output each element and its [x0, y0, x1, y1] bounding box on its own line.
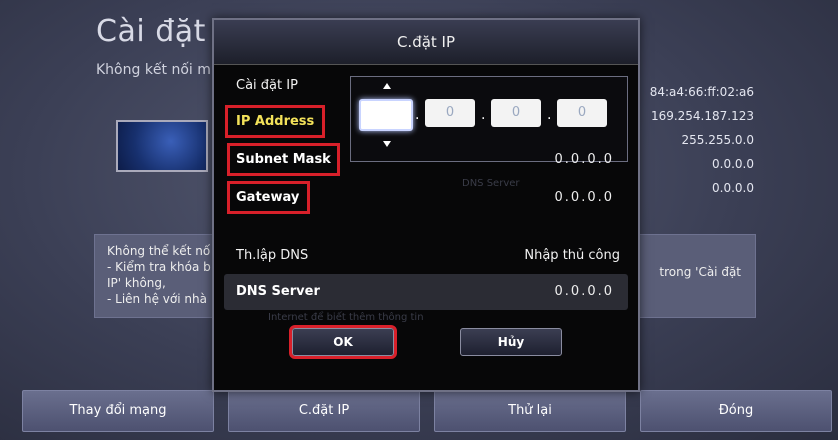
faint-info-text: Internet để biết thêm thông tin: [268, 312, 424, 323]
gateway-label: Gateway: [226, 181, 311, 214]
dns-server-row[interactable]: DNS Server 0.0.0.0: [224, 274, 628, 310]
ip-address-label: IP Address: [224, 105, 326, 138]
dns-server-field: 0.0.0.0: [554, 284, 614, 299]
network-info-values: 84:a4:66:ff:02:a6 169.254.187.123 255.25…: [650, 80, 754, 200]
dns-setting-value: Nhập thủ công: [524, 248, 620, 263]
gateway-value: 0.0.0.0: [712, 157, 754, 171]
change-network-button[interactable]: Thay đổi mạng: [22, 390, 214, 432]
ip-address-value: 169.254.187.123: [650, 109, 754, 123]
background-status-text: Không kết nối m: [96, 62, 211, 78]
gateway-row[interactable]: Gateway 0.0.0.0: [224, 181, 628, 216]
subnet-mask-label: Subnet Mask: [227, 143, 340, 176]
dns-setting-row[interactable]: Th.lập DNS Nhập thủ công: [236, 248, 620, 263]
ip-setting-label: Cài đặt IP: [236, 78, 298, 93]
retry-button[interactable]: Thử lại: [434, 390, 626, 432]
dns-setting-label: Th.lập DNS: [236, 248, 309, 263]
ip-settings-dialog: C.đặt IP Cài đặt IP . 0 . 0 . 0 IP Addre…: [212, 18, 640, 392]
error-message-text: Không thể kết nố - Kiểm tra khóa b IP' k…: [107, 244, 211, 306]
arrow-up-icon[interactable]: [383, 83, 391, 89]
cancel-button[interactable]: Hủy: [460, 328, 562, 356]
bottom-button-bar: Thay đổi mạng C.đặt IP Thử lại Đóng: [22, 390, 838, 434]
subnet-mask-value: 255.255.0.0: [681, 133, 754, 147]
dialog-title: C.đặt IP: [214, 20, 638, 65]
ok-button[interactable]: OK: [289, 325, 397, 359]
mac-address-value: 84:a4:66:ff:02:a6: [649, 85, 754, 99]
ip-settings-button[interactable]: C.đặt IP: [228, 390, 420, 432]
close-button[interactable]: Đóng: [640, 390, 832, 432]
error-message-hint: trong 'Cài đặt: [659, 265, 741, 279]
subnet-mask-row[interactable]: Subnet Mask 0.0.0.0: [224, 143, 628, 178]
ip-address-row[interactable]: IP Address: [224, 105, 628, 140]
dns-server-label: DNS Server: [236, 284, 320, 299]
network-image: [116, 120, 208, 172]
gateway-field: 0.0.0.0: [554, 190, 614, 205]
dns-server-value: 0.0.0.0: [712, 181, 754, 195]
subnet-mask-field: 0.0.0.0: [554, 152, 614, 167]
